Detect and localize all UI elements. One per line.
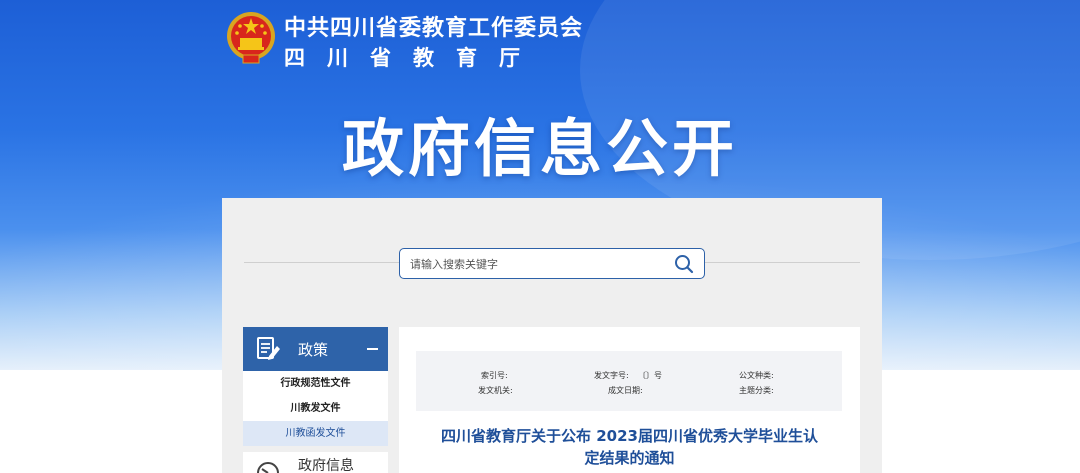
national-emblem-icon (227, 12, 275, 64)
meta-topic-label: 主题分类: (739, 386, 774, 395)
document-title: 四川省教育厅关于公布 2023届四川省优秀大学毕业生认 定结果的通知 (399, 425, 860, 469)
document-content: 索引号: 发文字号: 〔〕号 公文种类: 发文机关: 成文日期: 主题分类: 四… (399, 327, 860, 473)
main-panel: 政策 行政规范性文件 川教发文件 川教函发文件 政府信息 索引号: 发文字号: … (222, 198, 882, 473)
meta-doc-no-label: 发文字号: (594, 371, 629, 380)
org-name-line2: 四川省教育厅 (284, 46, 542, 70)
sidebar-item-chuanjiaofa[interactable]: 川教发文件 (243, 396, 388, 421)
clock-icon (257, 462, 279, 473)
search-divider-left (244, 262, 400, 263)
document-title-line2: 定结果的通知 (584, 449, 675, 467)
sidebar-section-policy[interactable]: 政策 (243, 327, 388, 371)
sidebar-section-gov-info[interactable]: 政府信息 (243, 452, 388, 473)
search-icon[interactable] (674, 254, 694, 274)
meta-issuer-label: 发文机关: (478, 386, 513, 395)
document-edit-icon (257, 337, 280, 360)
document-meta-table: 索引号: 发文字号: 〔〕号 公文种类: 发文机关: 成文日期: 主题分类: (416, 351, 842, 411)
meta-category-label: 公文种类: (739, 371, 774, 380)
sidebar-section-label: 政府信息 (298, 458, 354, 473)
collapse-icon[interactable] (367, 348, 378, 350)
sidebar-item-regulatory-docs[interactable]: 行政规范性文件 (243, 371, 388, 396)
search-box (399, 248, 705, 279)
org-name-line1: 中共四川省委教育工作委员会 (284, 16, 584, 41)
document-title-line1: 四川省教育厅关于公布 2023届四川省优秀大学毕业生认 (441, 427, 818, 445)
page-title: 政府信息公开 (341, 112, 738, 185)
meta-doc-no-value: 〔〕号 (638, 371, 662, 380)
search-divider-right (704, 262, 860, 263)
sidebar-section-label: 政策 (298, 341, 329, 359)
sidebar-item-chuanjiaohan[interactable]: 川教函发文件 (243, 421, 388, 446)
search-input[interactable] (410, 253, 660, 275)
meta-created-label: 成文日期: (608, 386, 643, 395)
meta-index-label: 索引号: (481, 371, 508, 380)
sidebar: 政策 行政规范性文件 川教发文件 川教函发文件 政府信息 (243, 327, 388, 473)
